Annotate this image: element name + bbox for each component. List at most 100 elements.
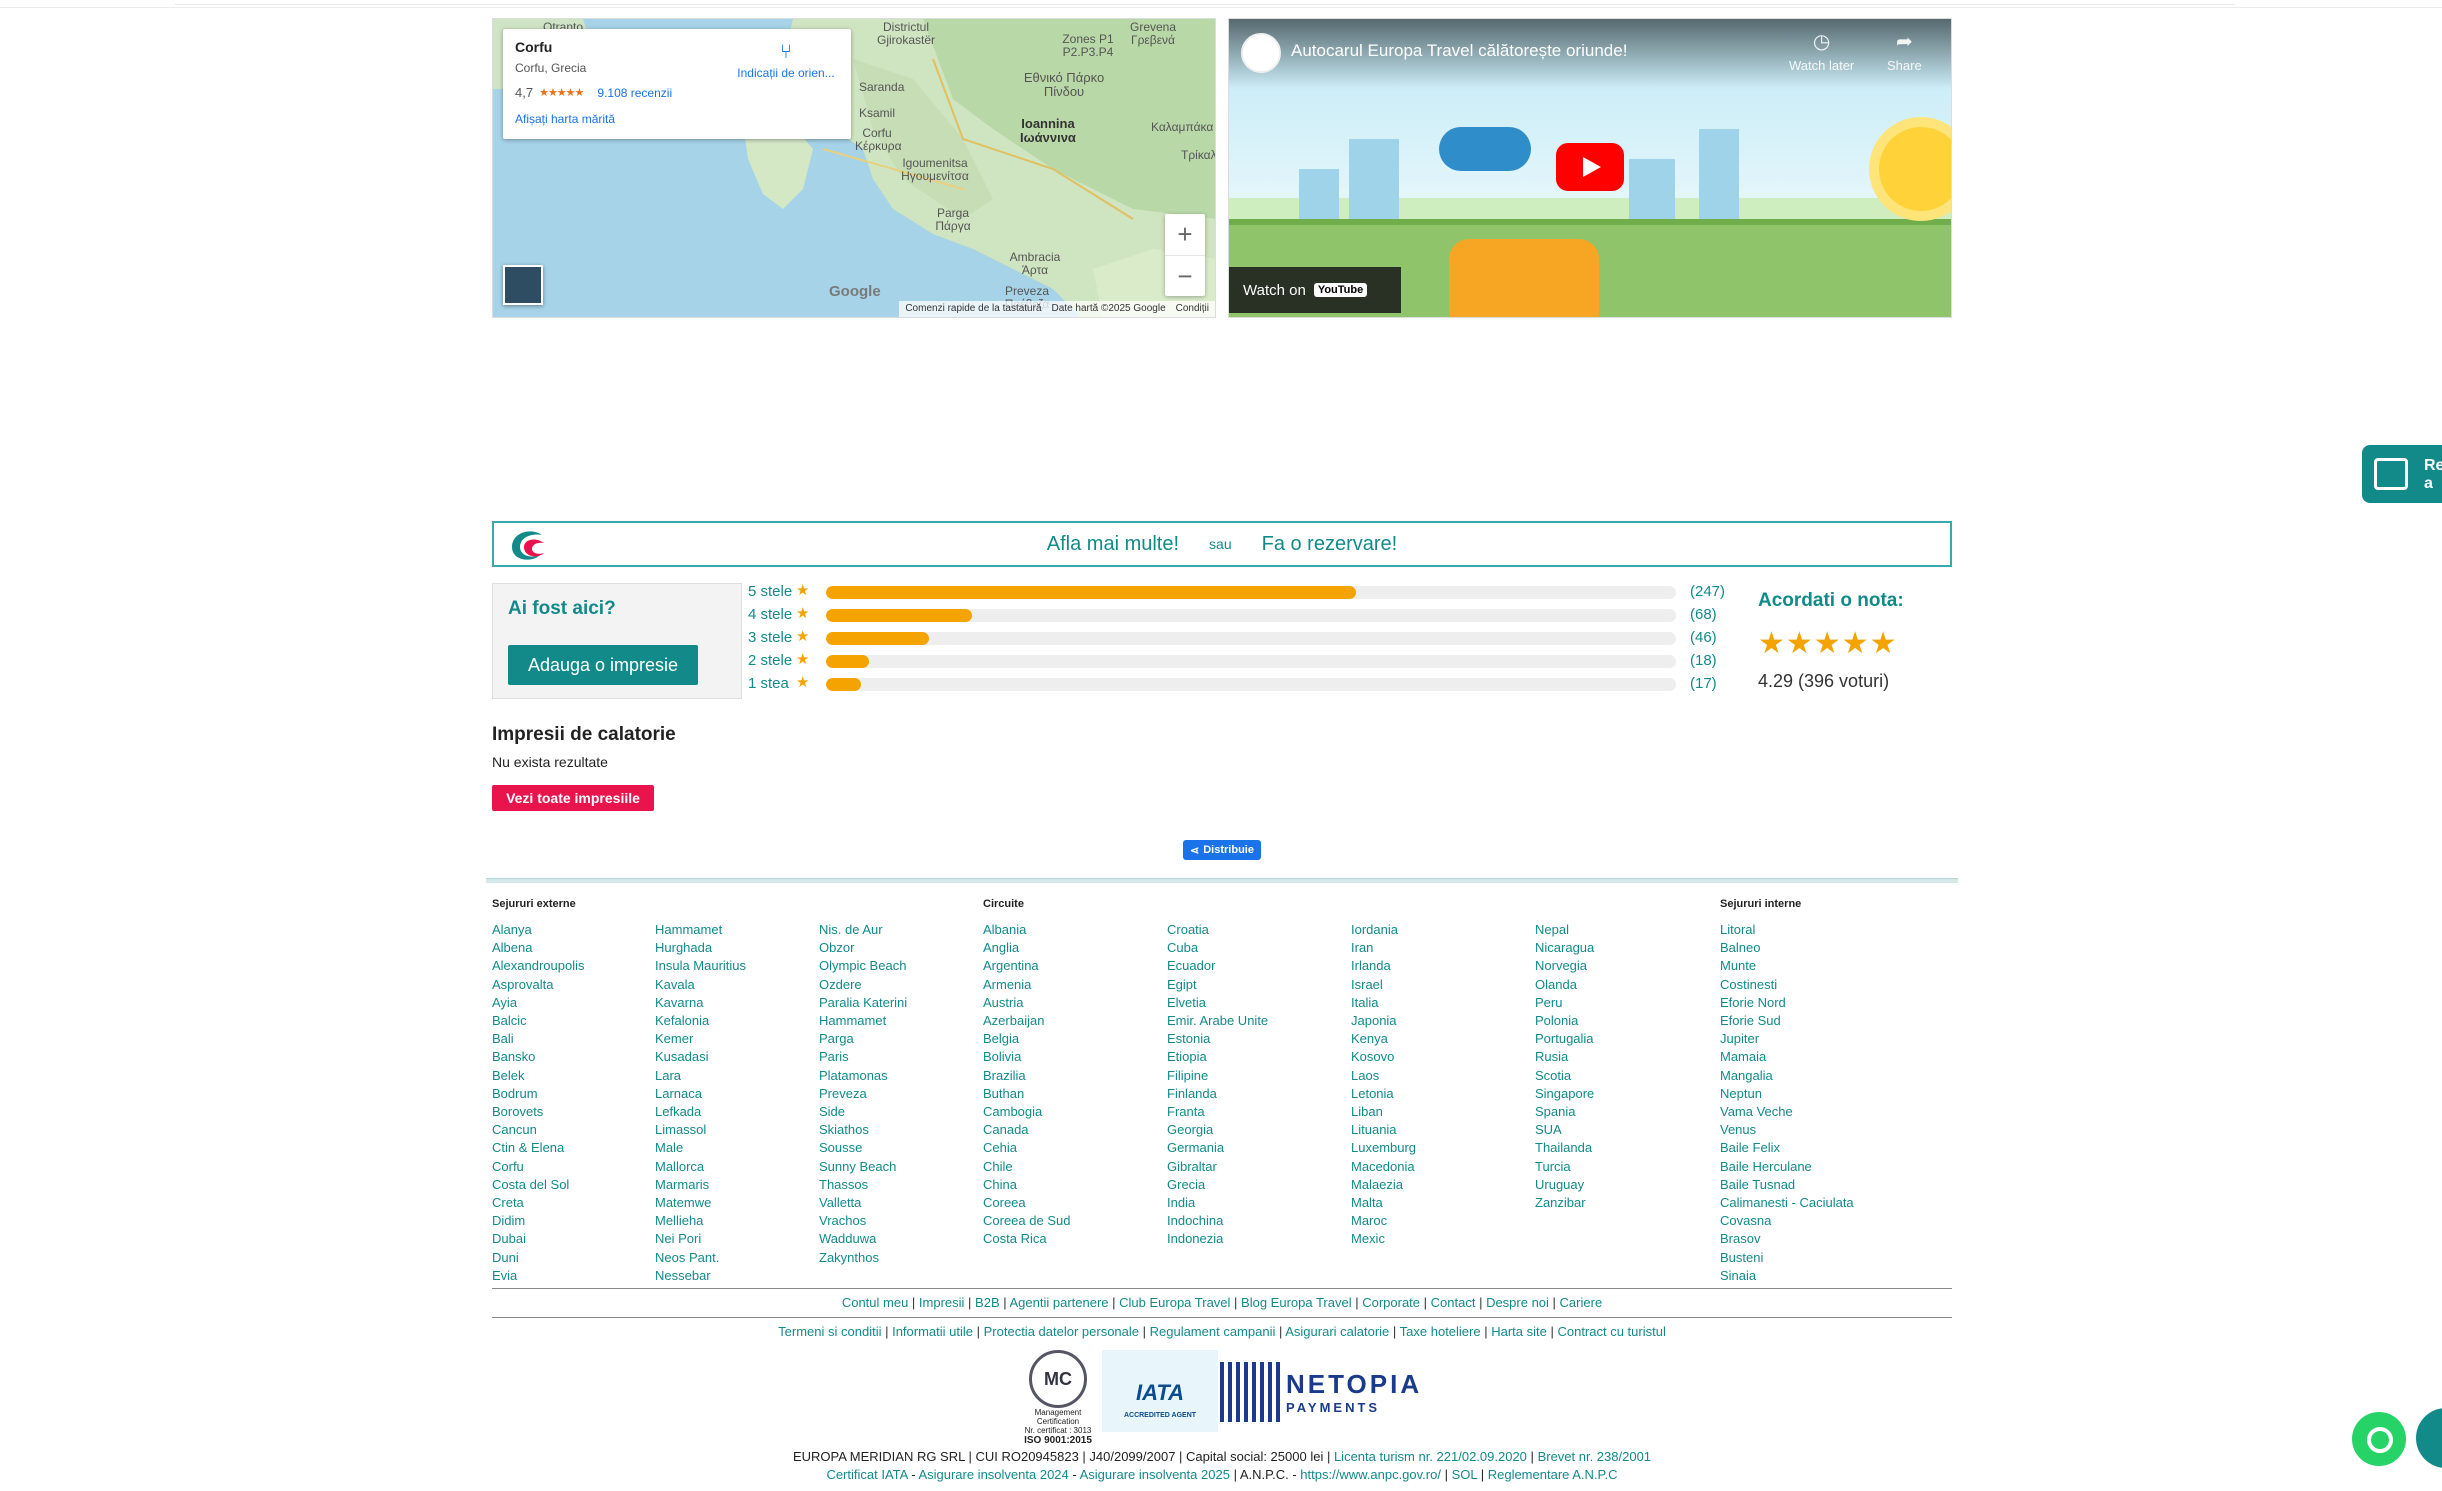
- footer-destination-link[interactable]: Covasna: [1720, 1212, 1854, 1230]
- anpc-regulation-link[interactable]: Reglementare A.N.P.C: [1488, 1467, 1618, 1482]
- footer-destination-link[interactable]: Gibraltar: [1167, 1158, 1268, 1176]
- footer-destination-link[interactable]: Mellieha: [655, 1212, 746, 1230]
- footer-destination-link[interactable]: Norvegia: [1535, 957, 1594, 975]
- footer-destination-link[interactable]: Kusadasi: [655, 1048, 746, 1066]
- footer-destination-link[interactable]: Japonia: [1351, 1012, 1416, 1030]
- footer-destination-link[interactable]: Indonezia: [1167, 1230, 1268, 1248]
- footer-nav-link[interactable]: Harta site: [1491, 1324, 1547, 1339]
- footer-destination-link[interactable]: Portugalia: [1535, 1030, 1594, 1048]
- footer-destination-link[interactable]: Borovets: [492, 1103, 585, 1121]
- footer-destination-link[interactable]: Olympic Beach: [819, 957, 907, 975]
- footer-destination-link[interactable]: Lefkada: [655, 1103, 746, 1121]
- footer-destination-link[interactable]: Neos Pant.: [655, 1249, 746, 1267]
- footer-destination-link[interactable]: Marmaris: [655, 1176, 746, 1194]
- footer-destination-link[interactable]: Egipt: [1167, 976, 1268, 994]
- footer-destination-link[interactable]: Peru: [1535, 994, 1594, 1012]
- footer-nav-link[interactable]: Termeni si conditii: [778, 1324, 881, 1339]
- footer-nav-link[interactable]: Contract cu turistul: [1557, 1324, 1665, 1339]
- footer-destination-link[interactable]: Bolivia: [983, 1048, 1070, 1066]
- brevet-link[interactable]: Brevet nr. 238/2001: [1538, 1449, 1651, 1464]
- footer-nav-link[interactable]: Despre noi: [1486, 1295, 1549, 1310]
- footer-destination-link[interactable]: Obzor: [819, 939, 907, 957]
- footer-destination-link[interactable]: Lara: [655, 1067, 746, 1085]
- footer-destination-link[interactable]: Mamaia: [1720, 1048, 1854, 1066]
- footer-destination-link[interactable]: Thassos: [819, 1176, 907, 1194]
- footer-destination-link[interactable]: Cancun: [492, 1121, 585, 1139]
- directions-button[interactable]: ⑂ Indicații de orien...: [731, 41, 841, 80]
- footer-destination-link[interactable]: Litoral: [1720, 921, 1854, 939]
- learn-more-link[interactable]: Afla mai multe!: [1047, 533, 1179, 556]
- footer-destination-link[interactable]: Polonia: [1535, 1012, 1594, 1030]
- footer-destination-link[interactable]: Maroc: [1351, 1212, 1416, 1230]
- footer-destination-link[interactable]: Grecia: [1167, 1176, 1268, 1194]
- footer-destination-link[interactable]: Sunny Beach: [819, 1158, 907, 1176]
- footer-destination-link[interactable]: Eforie Nord: [1720, 994, 1854, 1012]
- footer-destination-link[interactable]: Elvetia: [1167, 994, 1268, 1012]
- footer-destination-link[interactable]: Sousse: [819, 1139, 907, 1157]
- footer-destination-link[interactable]: Hammamet: [819, 1012, 907, 1030]
- footer-destination-link[interactable]: Kenya: [1351, 1030, 1416, 1048]
- iata-badge[interactable]: IATA ACCREDITED AGENT: [1102, 1350, 1218, 1432]
- footer-nav-link[interactable]: Agentii partenere: [1010, 1295, 1109, 1310]
- footer-destination-link[interactable]: Laos: [1351, 1067, 1416, 1085]
- footer-destination-link[interactable]: Zanzibar: [1535, 1194, 1594, 1212]
- footer-nav-link[interactable]: Blog Europa Travel: [1241, 1295, 1352, 1310]
- footer-destination-link[interactable]: Malaezia: [1351, 1176, 1416, 1194]
- book-now-link[interactable]: Fa o rezervare!: [1262, 533, 1398, 556]
- footer-nav-link[interactable]: Cariere: [1560, 1295, 1603, 1310]
- footer-destination-link[interactable]: Nepal: [1535, 921, 1594, 939]
- footer-destination-link[interactable]: Baile Felix: [1720, 1139, 1854, 1157]
- see-all-impressions-button[interactable]: Vezi toate impresiile: [492, 785, 654, 811]
- footer-destination-link[interactable]: Eforie Sud: [1720, 1012, 1854, 1030]
- footer-destination-link[interactable]: Chile: [983, 1158, 1070, 1176]
- footer-destination-link[interactable]: Calimanesti - Caciulata: [1720, 1194, 1854, 1212]
- whatsapp-icon[interactable]: [2352, 1412, 2406, 1466]
- zoom-out-button[interactable]: −: [1165, 255, 1205, 296]
- footer-destination-link[interactable]: Didim: [492, 1212, 585, 1230]
- footer-destination-link[interactable]: Sinaia: [1720, 1267, 1854, 1285]
- footer-destination-link[interactable]: Balcic: [492, 1012, 585, 1030]
- footer-nav-link[interactable]: Contact: [1431, 1295, 1476, 1310]
- satellite-layer-button[interactable]: [503, 265, 543, 305]
- footer-nav-link[interactable]: Informatii utile: [892, 1324, 973, 1339]
- footer-destination-link[interactable]: Kefalonia: [655, 1012, 746, 1030]
- footer-destination-link[interactable]: Dubai: [492, 1230, 585, 1248]
- footer-destination-link[interactable]: Rusia: [1535, 1048, 1594, 1066]
- footer-destination-link[interactable]: Israel: [1351, 976, 1416, 994]
- larger-map-link[interactable]: Afișați harta mărită: [515, 112, 839, 126]
- footer-destination-link[interactable]: Ayia: [492, 994, 585, 1012]
- footer-destination-link[interactable]: Scotia: [1535, 1067, 1594, 1085]
- footer-destination-link[interactable]: Paralia Katerini: [819, 994, 907, 1012]
- footer-destination-link[interactable]: Cehia: [983, 1139, 1070, 1157]
- footer-destination-link[interactable]: Hurghada: [655, 939, 746, 957]
- footer-destination-link[interactable]: Liban: [1351, 1103, 1416, 1121]
- footer-destination-link[interactable]: Kavarna: [655, 994, 746, 1012]
- footer-nav-link[interactable]: Asigurari calatorie: [1285, 1324, 1389, 1339]
- footer-destination-link[interactable]: Jupiter: [1720, 1030, 1854, 1048]
- footer-destination-link[interactable]: Coreea de Sud: [983, 1212, 1070, 1230]
- insolvency-2024-link[interactable]: Asigurare insolventa 2024: [918, 1467, 1068, 1482]
- video-title[interactable]: Autocarul Europa Travel călătorește oriu…: [1291, 41, 1627, 61]
- footer-nav-link[interactable]: Protectia datelor personale: [984, 1324, 1139, 1339]
- footer-destination-link[interactable]: Balneo: [1720, 939, 1854, 957]
- footer-destination-link[interactable]: Larnaca: [655, 1085, 746, 1103]
- keyboard-shortcuts-link[interactable]: Comenzi rapide de la tastatură: [905, 303, 1041, 315]
- footer-destination-link[interactable]: Busteni: [1720, 1249, 1854, 1267]
- google-map[interactable]: Otranto Districtul Gjirokastër Zones P1 …: [492, 18, 1216, 318]
- footer-destination-link[interactable]: Lituania: [1351, 1121, 1416, 1139]
- footer-destination-link[interactable]: Insula Mauritius: [655, 957, 746, 975]
- footer-destination-link[interactable]: Kemer: [655, 1030, 746, 1048]
- footer-destination-link[interactable]: Cambogia: [983, 1103, 1070, 1121]
- footer-destination-link[interactable]: Albania: [983, 921, 1070, 939]
- vote-stars-icon[interactable]: ★★★★★: [1758, 626, 1904, 661]
- footer-destination-link[interactable]: Hammamet: [655, 921, 746, 939]
- footer-destination-link[interactable]: Asprovalta: [492, 976, 585, 994]
- footer-destination-link[interactable]: Bodrum: [492, 1085, 585, 1103]
- share-button[interactable]: ⋖ Distribuie: [1183, 840, 1261, 860]
- footer-destination-link[interactable]: Finlanda: [1167, 1085, 1268, 1103]
- footer-destination-link[interactable]: Emir. Arabe Unite: [1167, 1012, 1268, 1030]
- footer-destination-link[interactable]: Canada: [983, 1121, 1070, 1139]
- footer-destination-link[interactable]: Costa Rica: [983, 1230, 1070, 1248]
- anpc-link[interactable]: https://www.anpc.gov.ro/: [1300, 1467, 1441, 1482]
- footer-nav-link[interactable]: Regulament campanii: [1150, 1324, 1276, 1339]
